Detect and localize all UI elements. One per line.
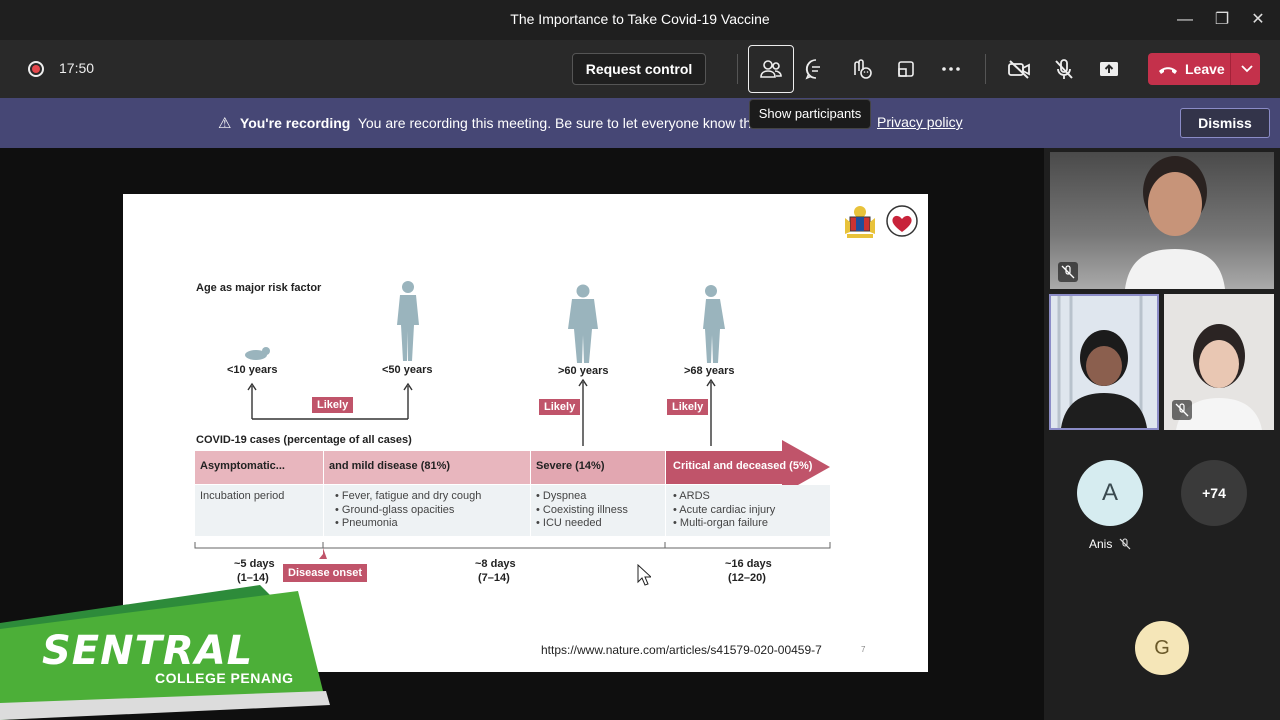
participant-video[interactable]: [1050, 152, 1274, 289]
stage-item: • Multi-organ failure: [673, 517, 768, 529]
adult-figure-icon: [397, 281, 419, 361]
mouse-cursor-icon: [637, 564, 651, 586]
recording-icon: [28, 61, 44, 77]
show-participants-tooltip: Show participants: [749, 99, 871, 129]
chat-icon[interactable]: [800, 53, 832, 85]
duration-range: (1–14): [237, 572, 269, 584]
stage-item: • Fever, fatigue and dry cough: [335, 490, 482, 502]
mic-off-icon: [1172, 400, 1192, 420]
more-participants-button[interactable]: +74: [1181, 460, 1247, 526]
chevron-down-icon[interactable]: [1239, 59, 1255, 77]
brand-name: SENTRAL: [42, 628, 254, 674]
leave-button[interactable]: Leave: [1148, 53, 1260, 85]
mic-off-icon: [1119, 538, 1131, 550]
stage-label: and mild disease (81%): [329, 460, 451, 472]
malaysia-crest-logo: [845, 206, 875, 238]
request-control-button[interactable]: Request control: [572, 53, 706, 85]
cases-title: COVID-19 cases (percentage of all cases): [196, 434, 412, 446]
age-label: >68 years: [684, 365, 735, 377]
duration-label: ~16 days: [725, 558, 772, 570]
duration-range: (12–20): [728, 572, 766, 584]
participant-name: Anis: [1089, 537, 1113, 551]
participants-gallery: A Anis +74 G: [1044, 148, 1280, 720]
infant-figure-icon: [245, 347, 270, 360]
meeting-timer: 17:50: [59, 60, 95, 76]
risk-factor-heading: Age as major risk factor: [196, 282, 322, 294]
participant-video[interactable]: [1049, 294, 1159, 430]
stage-label: Critical and deceased (5%): [673, 460, 813, 472]
close-icon[interactable]: ✕: [1246, 8, 1270, 32]
duration-label: ~5 days: [234, 558, 275, 570]
likely-badge: Likely: [539, 399, 581, 415]
leave-label: Leave: [1185, 61, 1225, 77]
older-adult-figure-icon: [568, 284, 598, 363]
share-screen-icon[interactable]: [1093, 53, 1125, 85]
duration-label: ~8 days: [475, 558, 516, 570]
dismiss-button[interactable]: Dismiss: [1180, 108, 1270, 138]
toolbar-divider: [737, 54, 738, 84]
elderly-figure-icon: [703, 285, 725, 363]
meeting-toolbar: 17:50 Request control Leave: [0, 40, 1280, 98]
toolbar-divider: [985, 54, 986, 84]
source-url: https://www.nature.com/articles/s41579-0…: [541, 643, 822, 657]
stage-label: Severe (14%): [536, 460, 605, 472]
recording-bold-label: You're recording: [239, 115, 351, 131]
mic-off-icon: [1058, 262, 1078, 282]
stage-item: • Dyspnea: [536, 490, 587, 502]
minimize-icon[interactable]: —: [1173, 8, 1197, 32]
stage-item: • ICU needed: [536, 517, 602, 529]
recording-message: ⚠ You're recording You are recording thi…: [218, 114, 786, 132]
likely-badge: Likely: [312, 397, 354, 413]
warning-icon: ⚠: [218, 115, 232, 132]
age-label: <50 years: [382, 364, 433, 376]
window-title: The Importance to Take Covid-19 Vaccine: [510, 11, 770, 27]
phone-hangup-icon: [1159, 67, 1177, 74]
age-label: <10 years: [227, 364, 278, 376]
participant-video[interactable]: [1164, 294, 1274, 430]
slide-page-number: 7: [861, 645, 866, 654]
privacy-policy-link[interactable]: Privacy policy: [877, 114, 963, 130]
participant-avatar[interactable]: A: [1077, 460, 1143, 526]
reactions-icon[interactable]: [845, 53, 877, 85]
recording-text: You are recording this meeting. Be sure …: [357, 115, 787, 131]
health-ministry-logo: [886, 205, 918, 237]
recording-banner: ⚠ You're recording You are recording thi…: [0, 98, 1280, 148]
stage-item: • Pneumonia: [335, 517, 398, 529]
stage-label: Asymptomatic...: [200, 460, 285, 472]
participant-portrait: [1051, 296, 1157, 428]
age-label: >60 years: [558, 365, 609, 377]
more-actions-icon[interactable]: [935, 53, 967, 85]
title-bar: The Importance to Take Covid-19 Vaccine …: [0, 0, 1280, 40]
stage-item: • Acute cardiac injury: [673, 504, 776, 516]
participants-icon[interactable]: [755, 53, 787, 85]
disease-onset-badge: Disease onset: [283, 564, 367, 582]
participant-avatar[interactable]: G: [1135, 621, 1189, 675]
stage-item: • Ground-glass opacities: [335, 504, 455, 516]
brand-subtitle: COLLEGE PENANG: [155, 670, 294, 686]
camera-off-icon[interactable]: [1003, 53, 1035, 85]
stage-item: Incubation period: [200, 490, 285, 502]
participant-portrait: [1125, 156, 1225, 289]
mic-off-icon[interactable]: [1048, 53, 1080, 85]
maximize-icon[interactable]: ❐: [1210, 8, 1234, 32]
stage-item: • Coexisting illness: [536, 504, 628, 516]
duration-range: (7–14): [478, 572, 510, 584]
likely-badge: Likely: [667, 399, 709, 415]
rooms-icon[interactable]: [890, 53, 922, 85]
stage-item: • ARDS: [673, 490, 710, 502]
